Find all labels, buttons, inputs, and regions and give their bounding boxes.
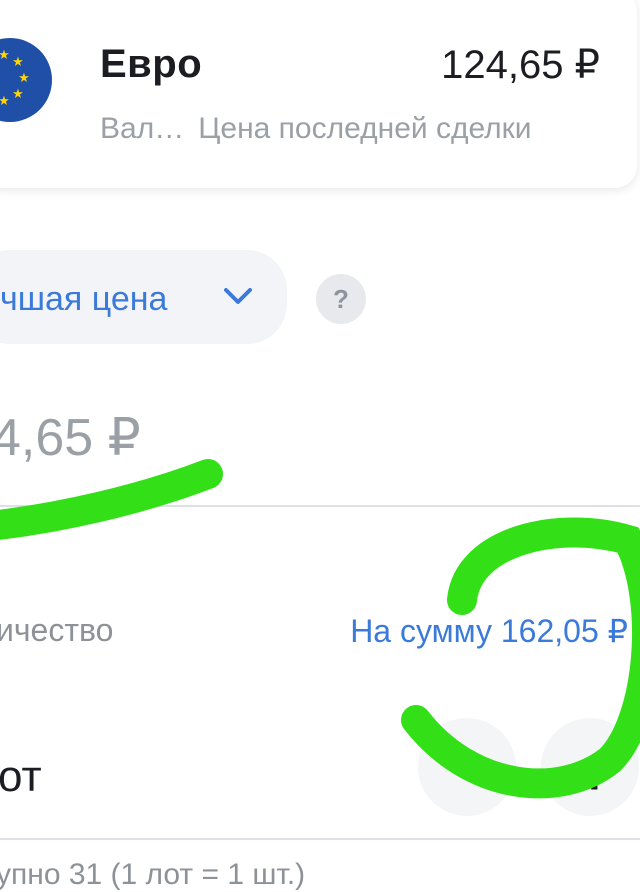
availability-note: упно 31 (1 лот = 1 шт.) [0, 858, 306, 891]
sum-toggle-link[interactable]: На сумму 162,05 ₽ [350, 612, 628, 650]
price-caption: Цена последней сделки [198, 112, 532, 145]
help-icon[interactable]: ? [316, 274, 366, 324]
svg-text:★: ★ [0, 48, 10, 63]
plus-icon: + [578, 743, 611, 806]
decrement-button[interactable] [418, 718, 516, 816]
svg-text:★: ★ [18, 71, 30, 86]
underline-stroke [0, 459, 223, 540]
svg-text:★: ★ [12, 55, 24, 70]
order-price: 4,65 ₽ [0, 409, 141, 467]
asset-name: Евро [100, 42, 203, 86]
quantity-label: ичество [0, 612, 114, 648]
svg-text:★: ★ [12, 87, 24, 102]
asset-type: Вал… [100, 112, 185, 145]
price-mode-label: чшая цена [0, 280, 168, 318]
chevron-down-icon [220, 282, 256, 315]
asset-subtitle: Вал… Цена последней сделки [100, 112, 532, 146]
asset-card[interactable] [0, 0, 637, 188]
svg-text:★: ★ [0, 94, 10, 109]
divider [0, 505, 640, 507]
divider [0, 838, 640, 840]
lot-quantity-input[interactable]: от [0, 752, 42, 802]
asset-price: 124,65 ₽ [441, 43, 600, 87]
